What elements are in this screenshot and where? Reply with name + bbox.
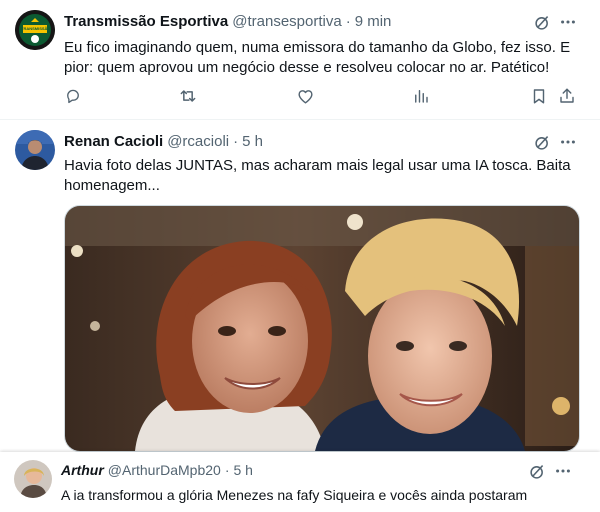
tweet-1[interactable]: TRANSMISSÃO Transmissão Esportiva @trans… [0, 0, 600, 120]
separator: · [233, 133, 239, 150]
tweet-photo[interactable] [64, 205, 580, 452]
tweet-text: Eu fico imaginando quem, numa emissora d… [64, 39, 571, 76]
separator: · [345, 13, 351, 30]
timestamp[interactable]: 5 h [242, 133, 263, 150]
reply-text: A ia transformou a glória Menezes na faf… [61, 487, 528, 503]
timestamp[interactable]: 5 h [234, 462, 253, 478]
author-handle[interactable]: @transesportiva [232, 13, 341, 30]
tweet-text: Havia foto delas JUNTAS, mas acharam mai… [64, 157, 571, 194]
retweet-icon[interactable] [177, 85, 199, 107]
grok-icon[interactable] [527, 461, 547, 481]
views-icon[interactable] [410, 85, 432, 107]
bookmark-icon[interactable] [528, 85, 550, 107]
more-icon[interactable] [558, 12, 578, 32]
avatar[interactable]: TRANSMISSÃO [15, 10, 55, 50]
share-icon[interactable] [556, 85, 578, 107]
separator: · [224, 462, 230, 478]
avatar[interactable] [15, 130, 55, 170]
tweet-2[interactable]: Renan Cacioli @rcacioli · 5 h Havia foto… [0, 120, 600, 460]
reply-icon[interactable] [62, 85, 84, 107]
avatar[interactable] [14, 460, 52, 498]
like-icon[interactable] [294, 85, 316, 107]
grok-icon[interactable] [532, 12, 552, 32]
more-icon[interactable] [558, 132, 578, 152]
grok-icon[interactable] [532, 132, 552, 152]
avatar-logo-text: TRANSMISSÃO [21, 26, 51, 31]
author-handle[interactable]: @ArthurDaMpb20 [108, 462, 221, 478]
author-handle[interactable]: @rcacioli [167, 133, 229, 150]
timestamp[interactable]: 9 min [355, 13, 392, 30]
more-icon[interactable] [553, 461, 573, 481]
profile-photo-icon [14, 460, 52, 498]
author-name[interactable]: Transmissão Esportiva [64, 13, 228, 30]
author-name[interactable]: Arthur [61, 462, 104, 478]
reply-tweet[interactable]: Arthur @ArthurDaMpb20 · 5 h A ia transfo… [0, 452, 600, 512]
author-name[interactable]: Renan Cacioli [64, 133, 163, 150]
profile-photo-icon [15, 130, 55, 170]
